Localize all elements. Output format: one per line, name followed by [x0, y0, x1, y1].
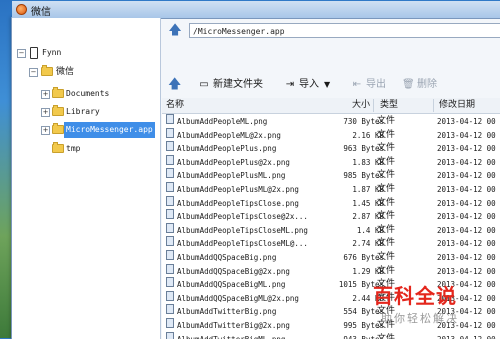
delete-button[interactable]: 🗑 删除 — [402, 77, 437, 93]
expand-icon[interactable]: + — [41, 90, 50, 99]
folder-icon — [52, 123, 64, 134]
file-icon — [166, 250, 174, 260]
window-title: 微信 — [31, 7, 51, 18]
export-label: 导出 — [366, 79, 386, 90]
tree-item-root-folder[interactable]: − 微信 — [12, 64, 160, 80]
tree-item-label: Documents — [66, 89, 110, 98]
app-icon — [16, 4, 27, 15]
column-date[interactable]: 修改日期 — [439, 99, 475, 112]
collapse-icon[interactable]: − — [29, 68, 38, 77]
tree-item-label: Library — [66, 107, 100, 116]
file-icon — [166, 127, 174, 138]
file-icon — [166, 209, 174, 220]
expand-icon[interactable]: + — [41, 108, 50, 117]
new-folder-button[interactable]: ▭ 新建文件夹 — [198, 77, 263, 93]
folder-icon — [41, 65, 53, 76]
export-icon: ⇤ — [352, 79, 362, 90]
file-icon — [166, 222, 174, 233]
column-size[interactable]: 大小 — [352, 99, 370, 112]
file-icon — [166, 154, 174, 165]
column-type[interactable]: 类型 — [380, 99, 398, 112]
new-folder-label: 新建文件夹 — [213, 79, 263, 90]
file-icon — [166, 236, 174, 247]
folder-icon — [52, 105, 64, 116]
chevron-down-icon: ▼ — [324, 80, 331, 89]
path-bar: 🡅 /MicroMessenger.app — [164, 21, 500, 41]
path-input[interactable]: /MicroMessenger.app — [189, 23, 500, 38]
file-icon — [166, 114, 174, 124]
file-icon — [166, 168, 174, 179]
tree-item-tmp[interactable]: tmp — [12, 141, 160, 157]
folder-icon — [52, 87, 64, 98]
column-divider[interactable] — [373, 99, 374, 112]
import-button[interactable]: ⇥ 导入 ▼ — [284, 77, 330, 93]
collapse-icon[interactable]: − — [17, 49, 26, 58]
tree-item-device[interactable]: − Fynn — [12, 45, 160, 61]
folder-tree: − Fynn − 微信 + Documents + Library + Micr… — [12, 18, 161, 339]
title-bar: 微信 — [12, 1, 500, 19]
trash-icon: 🗑 — [402, 79, 415, 90]
up-arrow-icon[interactable]: 🡅 — [168, 24, 182, 38]
delete-label: 删除 — [417, 79, 437, 90]
file-icon — [166, 290, 174, 301]
file-icon — [166, 318, 174, 328]
toolbar: 🡅 ▭ 新建文件夹 ⇥ 导入 ▼ ⇤ 导出 🗑 删除 — [164, 75, 500, 95]
watermark: 百科全说 助你轻松解决 — [373, 280, 500, 338]
tree-item-documents[interactable]: + Documents — [12, 86, 160, 102]
file-icon — [166, 141, 174, 152]
tree-item-label: MicroMessenger.app — [64, 122, 155, 138]
import-label: 导入 — [299, 79, 319, 90]
export-button[interactable]: ⇤ 导出 — [351, 77, 386, 93]
watermark-subtitle: 助你轻松解决 — [381, 312, 459, 325]
file-icon — [166, 304, 174, 315]
file-icon — [166, 182, 174, 192]
expand-icon[interactable]: + — [41, 126, 50, 135]
phone-icon — [30, 47, 38, 59]
tree-item-label: 微信 — [56, 67, 75, 77]
tree-item-label: tmp — [66, 144, 81, 153]
file-icon — [166, 195, 174, 206]
watermark-logo: 百科全说 — [373, 284, 457, 308]
column-name[interactable]: 名称 — [166, 99, 184, 112]
list-header: 名称 大小 类型 修改日期 — [162, 98, 500, 114]
import-icon: ⇥ — [285, 79, 295, 90]
file-icon — [166, 277, 174, 288]
tree-item-micromessenger[interactable]: + MicroMessenger.app — [12, 122, 160, 138]
tree-item-label: Fynn — [42, 48, 62, 57]
column-divider[interactable] — [433, 99, 434, 112]
new-folder-icon: ▭ — [199, 79, 209, 90]
file-icon — [166, 263, 174, 274]
up-folder-icon[interactable]: 🡅 — [168, 77, 181, 93]
tree-item-library[interactable]: + Library — [12, 104, 160, 120]
folder-icon — [52, 142, 64, 153]
